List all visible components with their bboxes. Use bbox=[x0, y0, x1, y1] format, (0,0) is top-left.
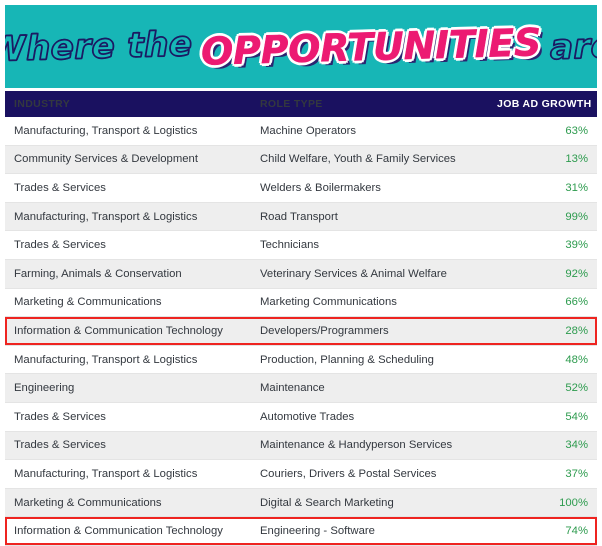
cell-job-ad-growth: 48% bbox=[565, 353, 588, 366]
cell-role-type: Veterinary Services & Animal Welfare bbox=[260, 267, 447, 280]
cell-role-type: Couriers, Drivers & Postal Services bbox=[260, 467, 437, 480]
cell-job-ad-growth: 13% bbox=[565, 153, 588, 166]
table-row[interactable]: Manufacturing, Transport & Logistics Cour… bbox=[5, 460, 597, 489]
cell-role-type: Production, Planning & Scheduling bbox=[260, 353, 434, 366]
cell-role-type: Automotive Trades bbox=[260, 410, 355, 423]
table-row[interactable]: Trades & Services Maintenance & Handypers… bbox=[5, 431, 597, 461]
table-row[interactable]: Trades & Services Technicians 39% bbox=[5, 231, 597, 260]
cell-role-type: Welders & Boilermakers bbox=[260, 181, 381, 194]
cell-industry: Community Services & Development bbox=[14, 153, 198, 166]
table-row[interactable]: Manufacturing, Transport & Logistics Mach… bbox=[5, 117, 597, 146]
cell-role-type: Road Transport bbox=[260, 210, 338, 223]
cell-job-ad-growth: 63% bbox=[565, 124, 588, 137]
opportunities-table: INDUSTRY ROLE TYPE JOB AD GROWTH Manufac… bbox=[5, 91, 597, 546]
table-header-row: INDUSTRY ROLE TYPE JOB AD GROWTH bbox=[5, 91, 597, 117]
cell-job-ad-growth: 99% bbox=[565, 210, 588, 223]
cell-role-type: Engineering - Software bbox=[260, 525, 375, 538]
cell-industry: Trades & Services bbox=[14, 439, 106, 452]
cell-job-ad-growth: 100% bbox=[559, 496, 588, 509]
table-row[interactable]: Trades & Services Automotive Trades 54% bbox=[5, 402, 597, 432]
cell-job-ad-growth: 74% bbox=[565, 525, 588, 538]
infographic-page: Where the OPPORTUNITIES are INDUSTRY ROL… bbox=[0, 0, 602, 546]
cell-job-ad-growth: 37% bbox=[565, 467, 588, 480]
cell-industry: Information & Communication Technology bbox=[14, 324, 223, 337]
cell-industry: Manufacturing, Transport & Logistics bbox=[14, 467, 198, 480]
cell-role-type: Digital & Search Marketing bbox=[260, 496, 394, 509]
cell-industry: Farming, Animals & Conservation bbox=[14, 267, 182, 280]
title-word-opportunities: OPPORTUNITIES bbox=[200, 19, 542, 74]
cell-industry: Trades & Services bbox=[14, 239, 106, 252]
cell-job-ad-growth: 31% bbox=[565, 181, 588, 194]
title-word-are: are bbox=[549, 25, 597, 68]
table-row[interactable]: Trades & Services Welders & Boilermakers 3… bbox=[5, 174, 597, 203]
cell-industry: Marketing & Communications bbox=[14, 496, 162, 509]
cell-job-ad-growth: 28% bbox=[565, 324, 588, 337]
table-row[interactable]: Information & Communication Technology En… bbox=[5, 517, 597, 546]
cell-job-ad-growth: 34% bbox=[565, 439, 588, 452]
banner: Where the OPPORTUNITIES are bbox=[5, 5, 597, 88]
cell-industry: Manufacturing, Transport & Logistics bbox=[14, 124, 198, 137]
cell-role-type: Technicians bbox=[260, 239, 320, 252]
cell-industry: Information & Communication Technology bbox=[14, 525, 223, 538]
table-row[interactable]: Engineering Maintenance 52% bbox=[5, 374, 597, 403]
column-header-role-type: ROLE TYPE bbox=[260, 98, 323, 110]
cell-job-ad-growth: 52% bbox=[565, 382, 588, 395]
cell-industry: Engineering bbox=[14, 382, 75, 395]
cell-role-type: Machine Operators bbox=[260, 124, 357, 137]
cell-job-ad-growth: 66% bbox=[565, 296, 588, 309]
cell-industry: Trades & Services bbox=[14, 410, 106, 423]
title-word-where-the: Where the bbox=[5, 23, 193, 70]
cell-role-type: Maintenance & Handyperson Services bbox=[260, 439, 453, 452]
cell-role-type: Maintenance bbox=[260, 382, 325, 395]
table-row[interactable]: Marketing & Communications Digital & Sear… bbox=[5, 488, 597, 518]
cell-role-type: Child Welfare, Youth & Family Services bbox=[260, 153, 456, 166]
table-row[interactable]: Farming, Animals & Conservation Veterinar… bbox=[5, 259, 597, 289]
table-body: Manufacturing, Transport & Logistics Mach… bbox=[5, 117, 597, 546]
cell-job-ad-growth: 54% bbox=[565, 410, 588, 423]
cell-role-type: Developers/Programmers bbox=[260, 324, 389, 337]
cell-industry: Marketing & Communications bbox=[14, 296, 162, 309]
table-row[interactable]: Manufacturing, Transport & Logistics Prod… bbox=[5, 345, 597, 375]
table-row[interactable]: Information & Communication Technology De… bbox=[5, 317, 597, 346]
cell-job-ad-growth: 92% bbox=[565, 267, 588, 280]
column-header-job-ad-growth: JOB AD GROWTH bbox=[497, 98, 592, 110]
table-row[interactable]: Community Services & Development Child We… bbox=[5, 145, 597, 175]
cell-industry: Manufacturing, Transport & Logistics bbox=[14, 353, 198, 366]
table-row[interactable]: Manufacturing, Transport & Logistics Road… bbox=[5, 202, 597, 232]
cell-role-type: Marketing Communications bbox=[260, 296, 397, 309]
banner-title: Where the OPPORTUNITIES are bbox=[5, 5, 597, 88]
cell-industry: Trades & Services bbox=[14, 181, 106, 194]
cell-job-ad-growth: 39% bbox=[565, 239, 588, 252]
cell-industry: Manufacturing, Transport & Logistics bbox=[14, 210, 198, 223]
column-header-industry: INDUSTRY bbox=[14, 98, 71, 110]
table-row[interactable]: Marketing & Communications Marketing Comm… bbox=[5, 288, 597, 318]
